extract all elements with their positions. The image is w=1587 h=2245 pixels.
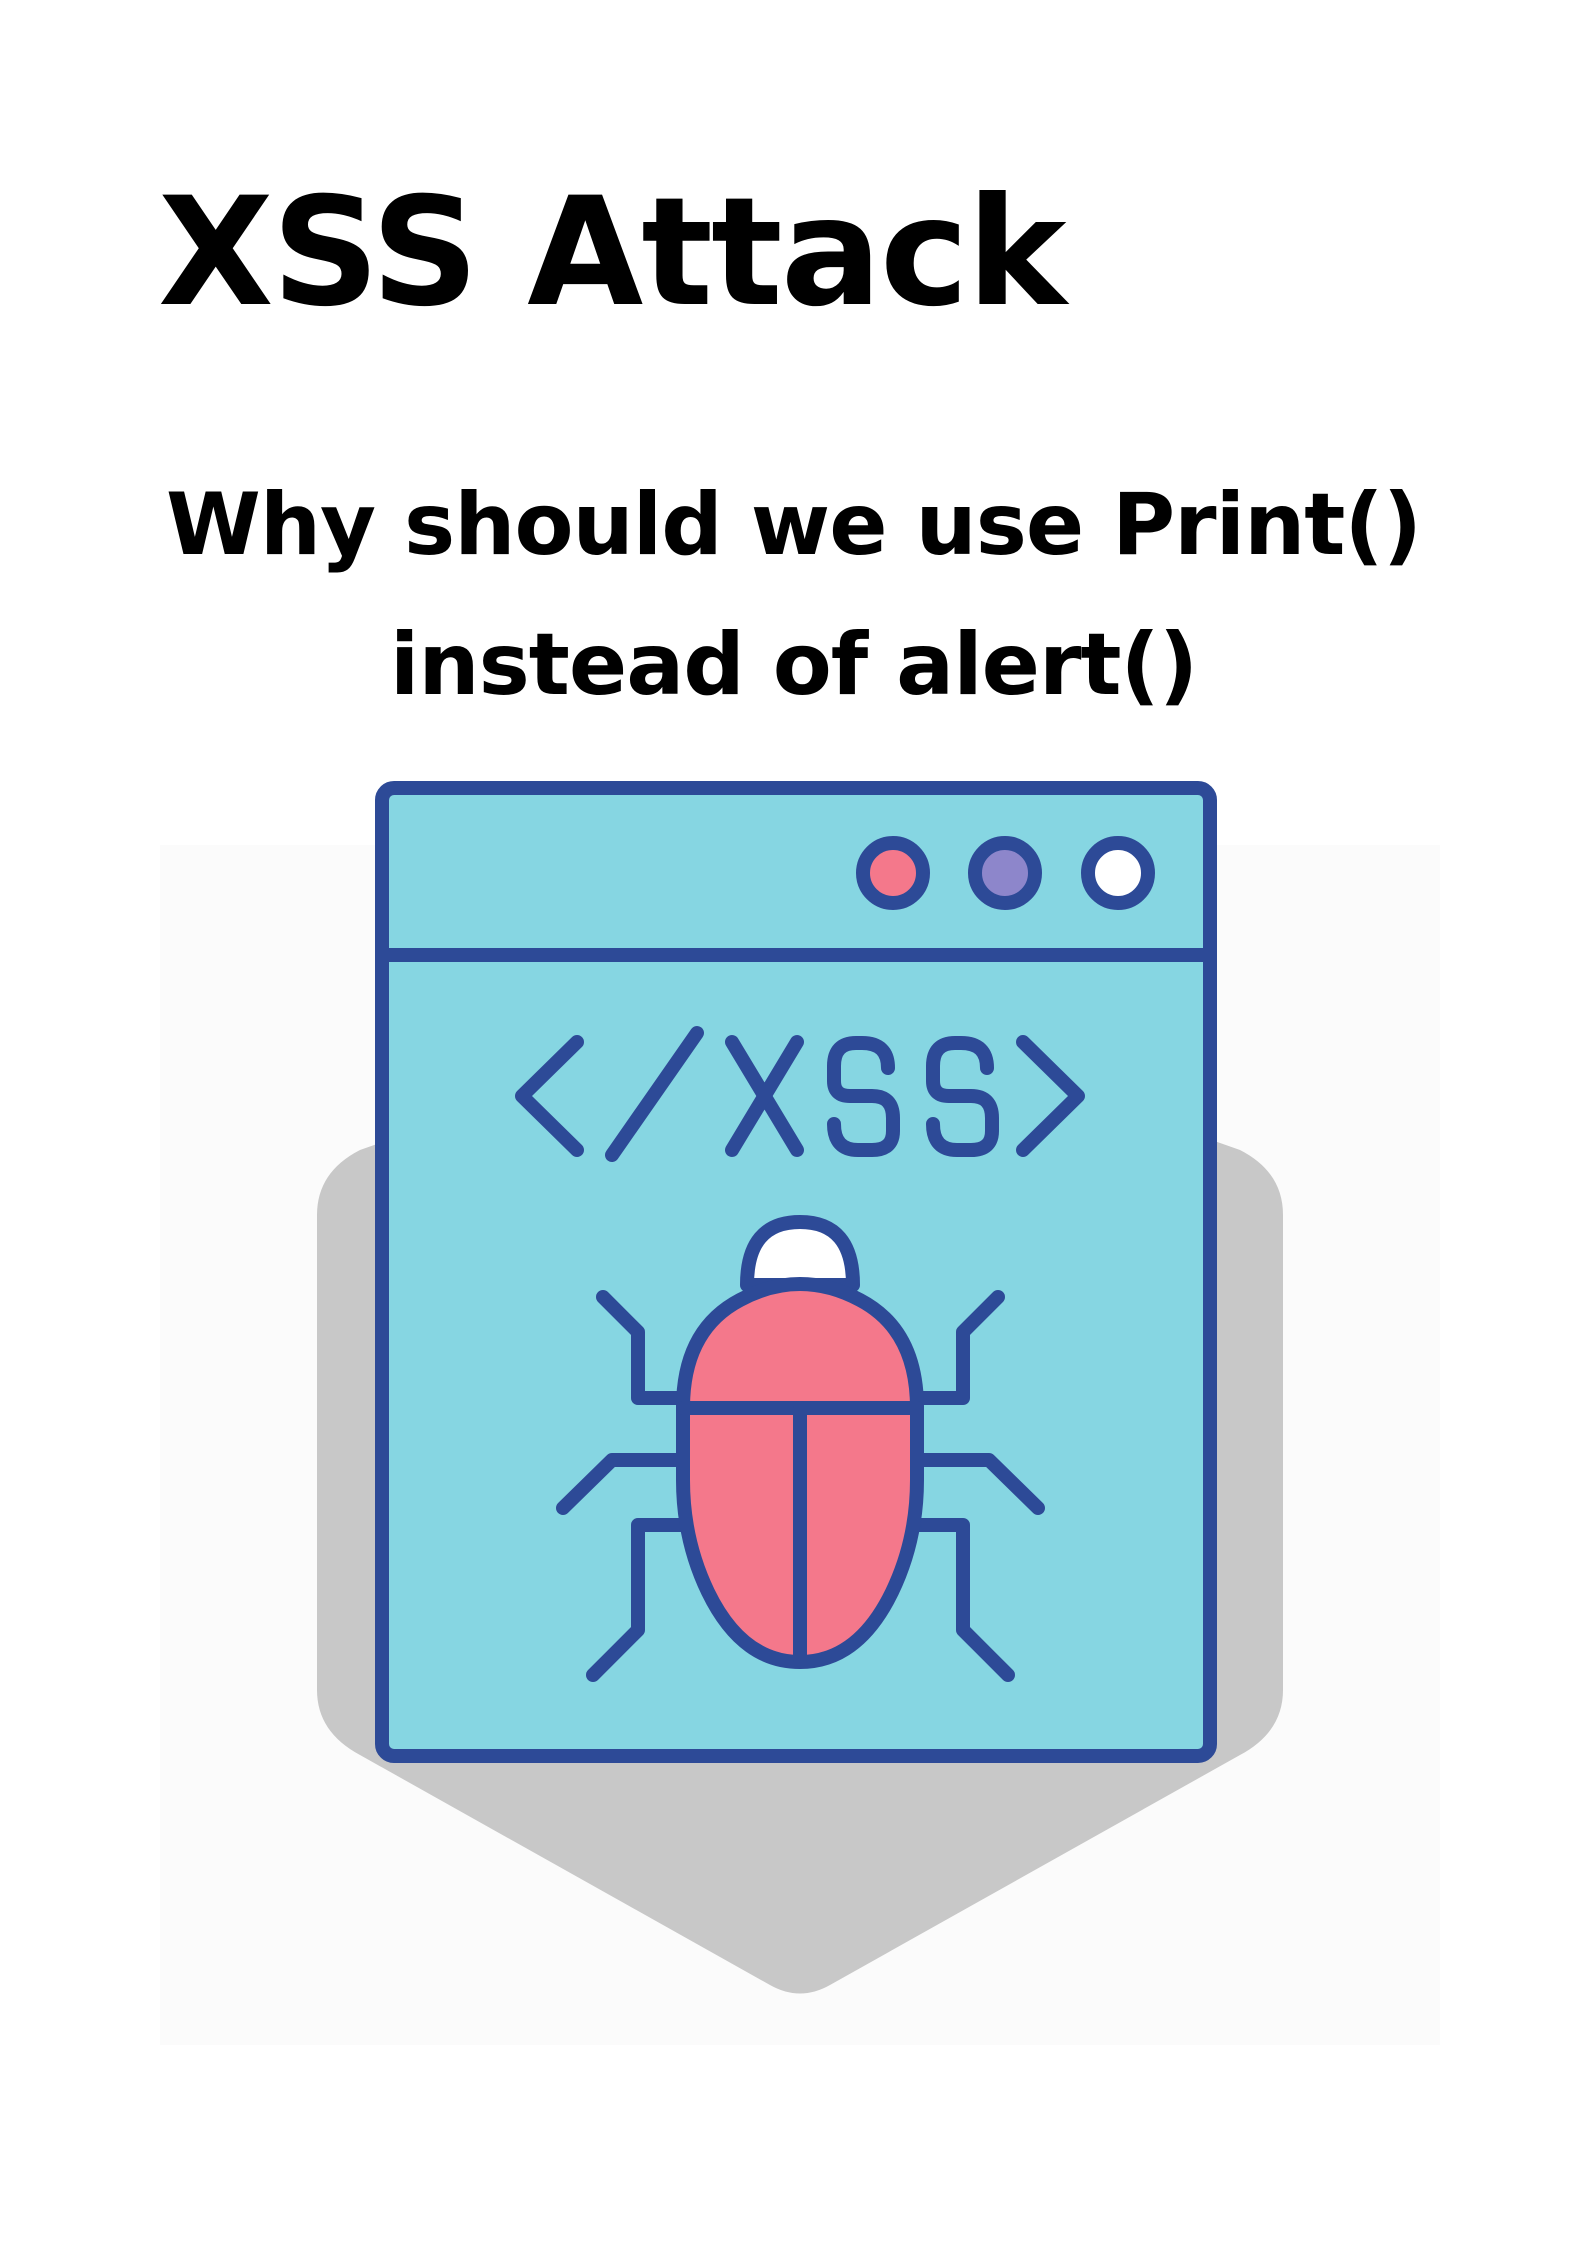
xss-illustration [160,781,1440,2045]
window-dot-white-icon [1081,836,1155,910]
bug-head [740,1215,860,1292]
window-dot-red-icon [856,836,930,910]
window-dot-purple-icon [968,836,1042,910]
